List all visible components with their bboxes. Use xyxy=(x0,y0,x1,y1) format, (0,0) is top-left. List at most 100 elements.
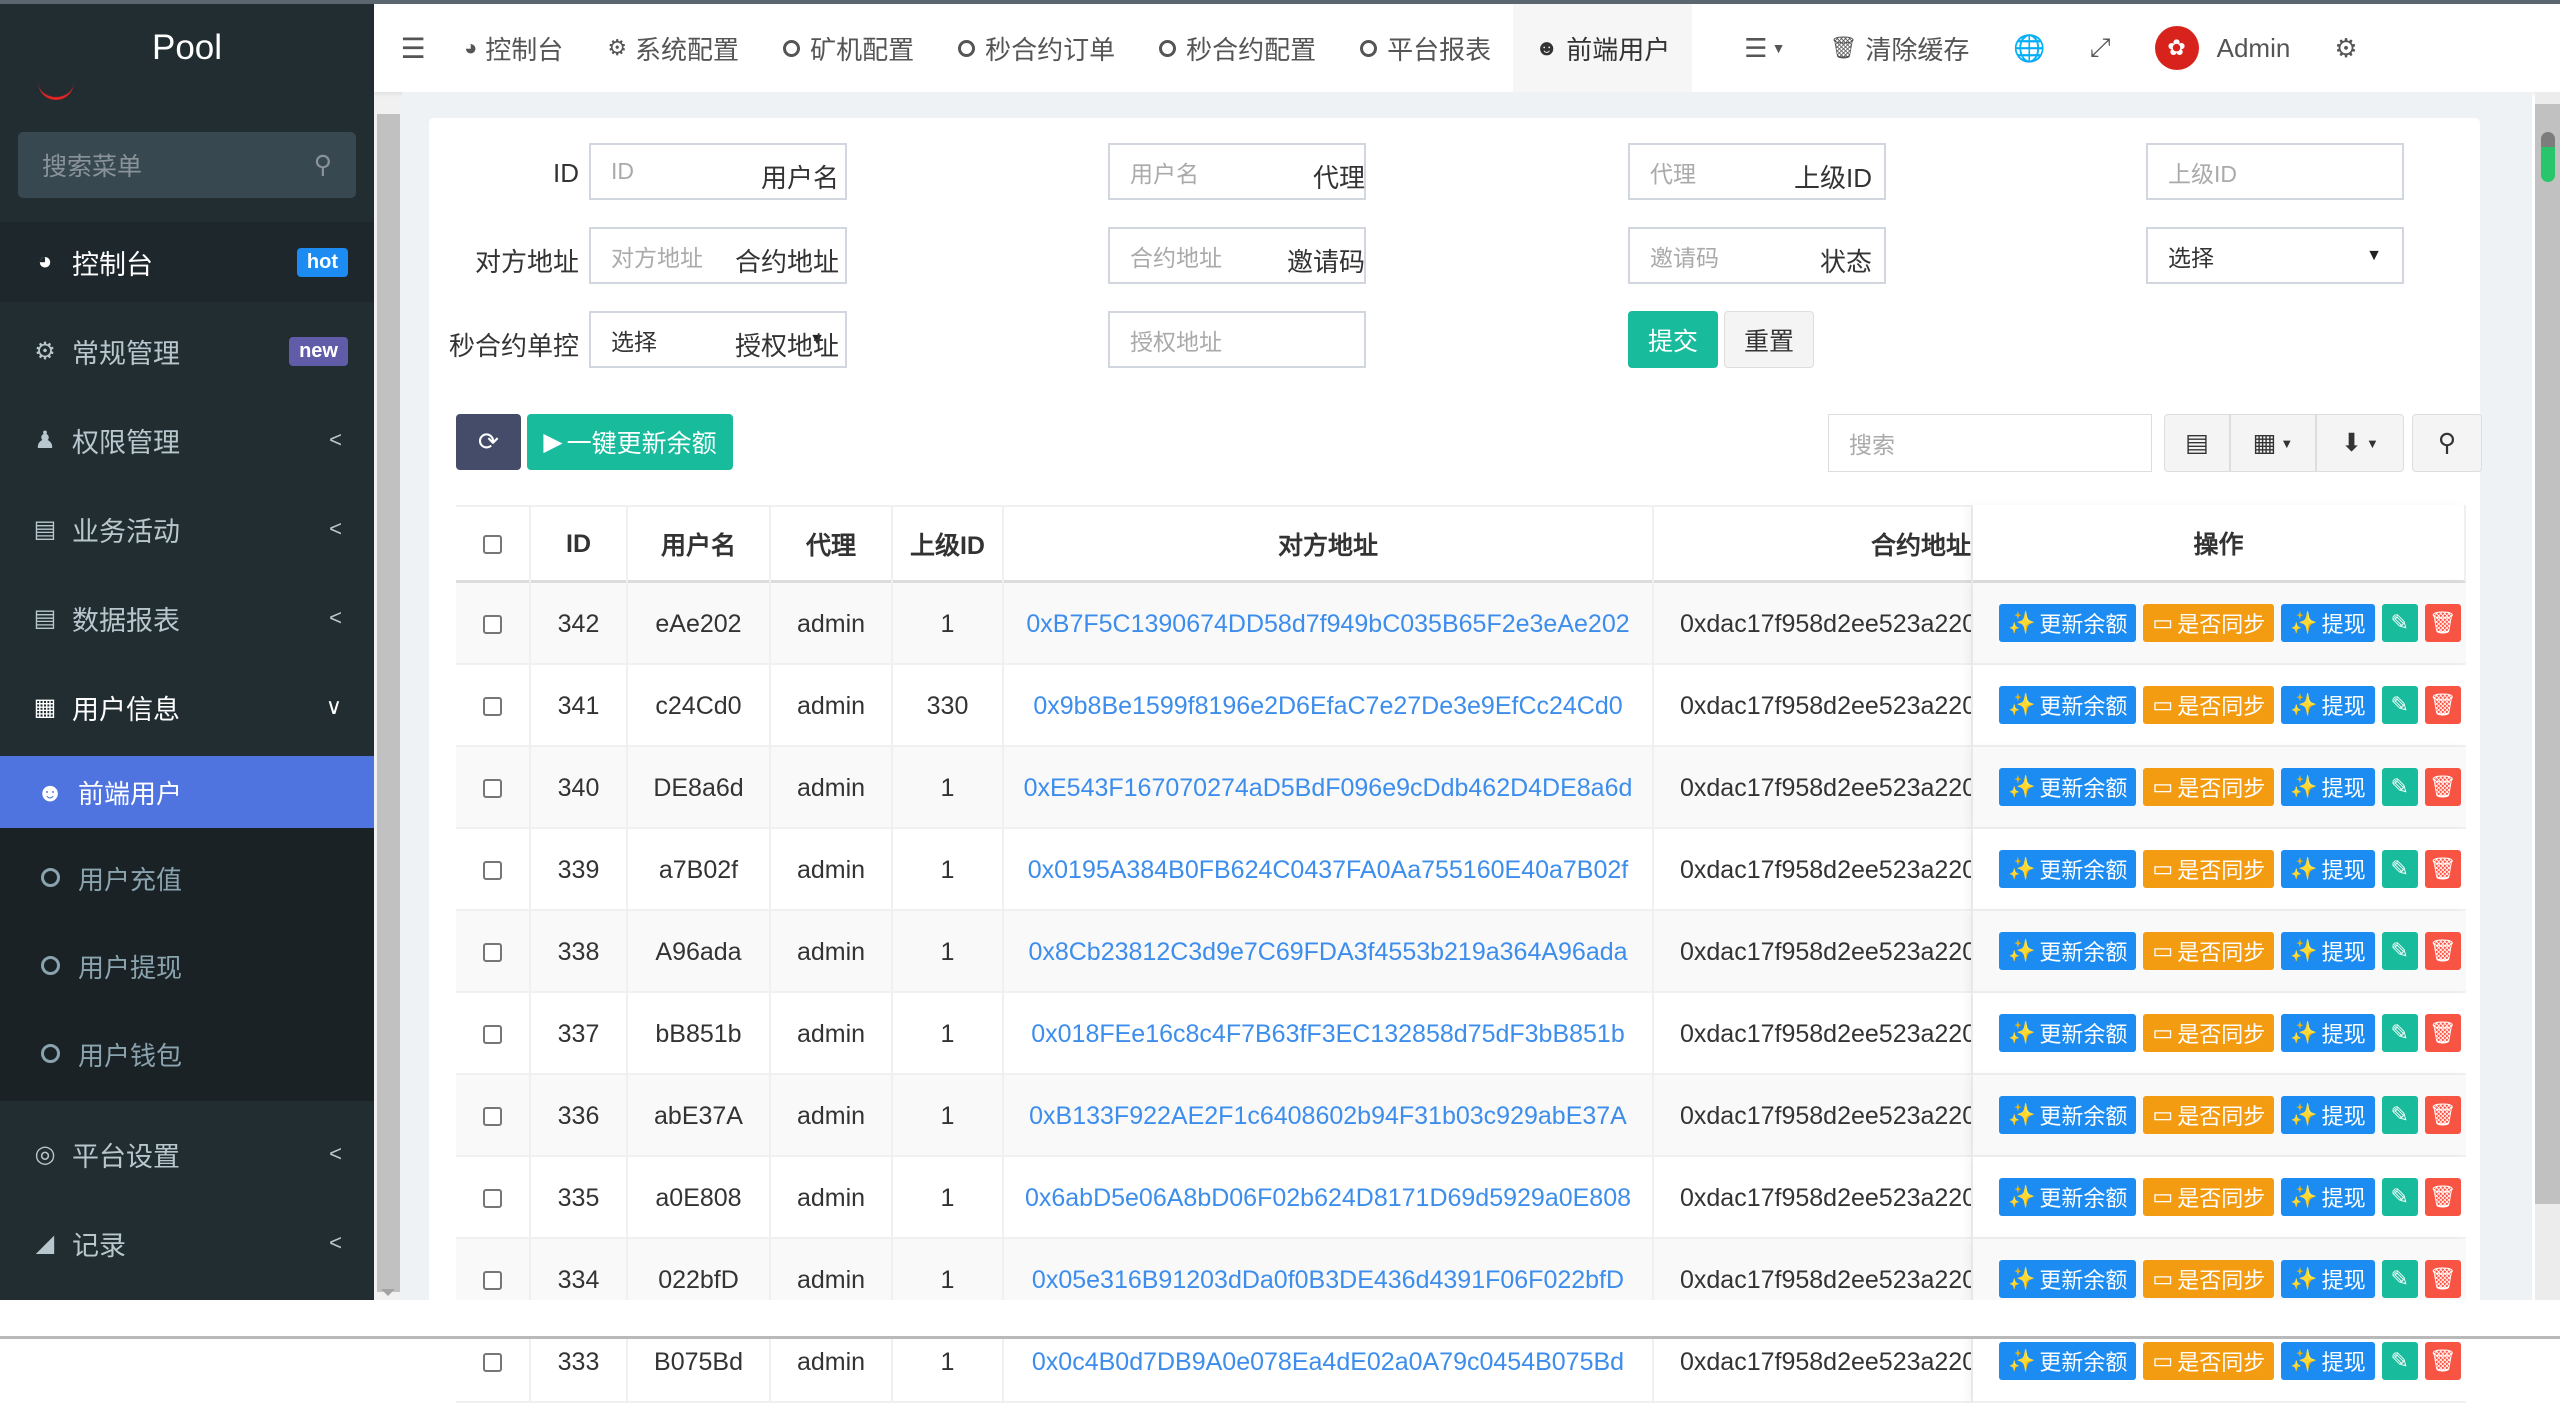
address-cell[interactable]: 0xB133F922AE2F1c6408602b94F31b03c929abE3… xyxy=(1004,1075,1654,1157)
export-button[interactable]: ⬇ ▼ xyxy=(2316,414,2404,472)
tab-system-config[interactable]: ⚙ 系统配置 xyxy=(585,4,761,92)
address-cell[interactable]: 0x9b8Be1599f8196e2D6EfaC7e27De3e9EfCc24C… xyxy=(1004,665,1654,747)
search-icon[interactable]: ⚲ xyxy=(314,150,332,180)
select-all-checkbox[interactable] xyxy=(483,534,502,554)
sidebar-item-user-info[interactable]: ▦ 用户信息 ∨ xyxy=(0,667,374,747)
edit-button[interactable]: ✎ xyxy=(2381,1178,2418,1216)
delete-button[interactable]: 🗑 xyxy=(2424,1342,2461,1380)
sidebar-search-input[interactable]: 搜索菜单 ⚲ xyxy=(18,132,356,198)
sidebar-item-general[interactable]: ⚙ 常规管理 new xyxy=(0,311,374,391)
scrollbar-thumb[interactable] xyxy=(2541,132,2555,182)
address-cell[interactable]: 0xB7F5C1390674DD58d7f949bC035B65F2e3eAe2… xyxy=(1004,583,1654,665)
table-search-input[interactable]: 搜索 xyxy=(1828,414,2152,472)
tab-dashboard[interactable]: ◕ 控制台 xyxy=(442,4,585,92)
sync-button[interactable]: ▭ 是否同步 xyxy=(2143,604,2275,642)
address-cell[interactable]: 0x6abD5e06A8bD06F02b624D8171D69d5929a0E8… xyxy=(1004,1157,1654,1239)
toggle-view-button[interactable]: ▤ xyxy=(2164,414,2230,472)
fullscreen-button[interactable]: ⤢ xyxy=(2068,4,2133,92)
delete-button[interactable]: 🗑 xyxy=(2424,604,2461,642)
scroll-down-arrow-icon[interactable] xyxy=(381,1289,395,1296)
edit-button[interactable]: ✎ xyxy=(2381,1014,2418,1052)
row-checkbox[interactable] xyxy=(483,860,502,880)
edit-button[interactable]: ✎ xyxy=(2381,1342,2418,1380)
address-cell[interactable]: 0xE543F167070274aD5BdF096e9cDdb462D4DE8a… xyxy=(1004,747,1654,829)
language-button[interactable]: 🌐 xyxy=(1991,4,2067,92)
sync-button[interactable]: ▭ 是否同步 xyxy=(2143,768,2275,806)
delete-button[interactable]: 🗑 xyxy=(2424,686,2461,724)
delete-button[interactable]: 🗑 xyxy=(2424,1096,2461,1134)
submit-button[interactable]: 提交 xyxy=(1628,311,1718,368)
address-cell[interactable]: 0x018FEe16c8c4F7B63fF3EC132858d75dF3bB85… xyxy=(1004,993,1654,1075)
withdraw-button[interactable]: ✨ 提现 xyxy=(2281,604,2375,642)
update-balance-button[interactable]: ✨ 更新余额 xyxy=(1999,850,2137,888)
edit-button[interactable]: ✎ xyxy=(2381,932,2418,970)
delete-button[interactable]: 🗑 xyxy=(2424,1178,2461,1216)
page-scrollbar[interactable] xyxy=(2535,92,2560,1300)
sidebar-item-user-recharge[interactable]: 用户充值 xyxy=(0,838,374,918)
row-checkbox[interactable] xyxy=(483,1188,502,1208)
advanced-search-button[interactable]: ⚲ xyxy=(2412,414,2482,472)
refresh-button[interactable]: ⟳ xyxy=(456,414,521,470)
tab-platform-report[interactable]: 平台报表 xyxy=(1338,4,1513,92)
sidebar-item-records[interactable]: ◢ 记录 < xyxy=(0,1203,374,1283)
column-header[interactable]: 代理 xyxy=(771,505,893,583)
parent-id-field[interactable]: 上级ID xyxy=(2146,143,2404,200)
update-balance-button[interactable]: ✨ 更新余额 xyxy=(1999,1178,2137,1216)
withdraw-button[interactable]: ✨ 提现 xyxy=(2281,1014,2375,1052)
withdraw-button[interactable]: ✨ 提现 xyxy=(2281,1178,2375,1216)
sidebar-item-business[interactable]: ▤ 业务活动 < xyxy=(0,489,374,569)
update-balance-button[interactable]: ✨ 更新余额 xyxy=(1999,932,2137,970)
columns-button[interactable]: ▦ ▼ xyxy=(2230,414,2316,472)
update-balance-button[interactable]: ✨ 更新余额 xyxy=(1999,604,2137,642)
sidebar-item-dashboard[interactable]: ◕ 控制台 hot xyxy=(0,222,374,302)
tab-frontend-users[interactable]: ☻ 前端用户 xyxy=(1513,4,1693,92)
reset-button[interactable]: 重置 xyxy=(1724,311,1814,368)
auth-address-field[interactable]: 授权地址 xyxy=(1108,311,1366,368)
update-balance-button[interactable]: ✨ 更新余额 xyxy=(1999,1014,2137,1052)
row-checkbox[interactable] xyxy=(483,1352,502,1372)
update-all-balance-button[interactable]: ▶ 一键更新余额 xyxy=(527,414,733,470)
edit-button[interactable]: ✎ xyxy=(2381,686,2418,724)
sync-button[interactable]: ▭ 是否同步 xyxy=(2143,932,2275,970)
address-cell[interactable]: 0x0195A384B0FB624C0437FA0Aa755160E40a7B0… xyxy=(1004,829,1654,911)
withdraw-button[interactable]: ✨ 提现 xyxy=(2281,850,2375,888)
sidebar-item-user-wallet[interactable]: 用户钱包 xyxy=(0,1014,374,1094)
withdraw-button[interactable]: ✨ 提现 xyxy=(2281,932,2375,970)
sidebar-item-frontend-users[interactable]: ☻ 前端用户 xyxy=(0,756,374,828)
tabs-dropdown-button[interactable]: ☰ ▼ xyxy=(1722,4,1807,92)
delete-button[interactable]: 🗑 xyxy=(2424,1260,2461,1298)
sidebar-scrollbar[interactable] xyxy=(374,92,402,1300)
sidebar-item-permissions[interactable]: ♟ 权限管理 < xyxy=(0,400,374,480)
row-checkbox[interactable] xyxy=(483,1106,502,1126)
edit-button[interactable]: ✎ xyxy=(2381,768,2418,806)
delete-button[interactable]: 🗑 xyxy=(2424,768,2461,806)
edit-button[interactable]: ✎ xyxy=(2381,1260,2418,1298)
withdraw-button[interactable]: ✨ 提现 xyxy=(2281,1342,2375,1380)
row-checkbox[interactable] xyxy=(483,778,502,798)
update-balance-button[interactable]: ✨ 更新余额 xyxy=(1999,686,2137,724)
delete-button[interactable]: 🗑 xyxy=(2424,1014,2461,1052)
column-header[interactable]: 上级ID xyxy=(893,505,1004,583)
status-select[interactable]: 选择 ▼ xyxy=(2146,227,2404,284)
withdraw-button[interactable]: ✨ 提现 xyxy=(2281,768,2375,806)
row-checkbox[interactable] xyxy=(483,1270,502,1290)
sync-button[interactable]: ▭ 是否同步 xyxy=(2143,1096,2275,1134)
user-menu[interactable]: ✿ Admin xyxy=(2133,4,2313,92)
row-checkbox[interactable] xyxy=(483,696,502,716)
sync-button[interactable]: ▭ 是否同步 xyxy=(2143,1178,2275,1216)
tab-contract-orders[interactable]: 秒合约订单 xyxy=(936,4,1137,92)
update-balance-button[interactable]: ✨ 更新余额 xyxy=(1999,1342,2137,1380)
edit-button[interactable]: ✎ xyxy=(2381,1096,2418,1134)
sidebar-item-platform-settings[interactable]: ◎ 平台设置 < xyxy=(0,1114,374,1194)
sync-button[interactable]: ▭ 是否同步 xyxy=(2143,850,2275,888)
sidebar-toggle-button[interactable]: ☰ xyxy=(384,4,442,92)
clear-cache-button[interactable]: 🗑 清除缓存 xyxy=(1807,4,1991,92)
column-header[interactable]: ID xyxy=(531,505,628,583)
tab-contract-config[interactable]: 秒合约配置 xyxy=(1137,4,1338,92)
column-header[interactable]: 合约地址 xyxy=(1654,505,1973,583)
delete-button[interactable]: 🗑 xyxy=(2424,850,2461,888)
sync-button[interactable]: ▭ 是否同步 xyxy=(2143,1260,2275,1298)
edit-button[interactable]: ✎ xyxy=(2381,850,2418,888)
column-header[interactable]: 对方地址 xyxy=(1004,505,1654,583)
row-checkbox[interactable] xyxy=(483,614,502,634)
